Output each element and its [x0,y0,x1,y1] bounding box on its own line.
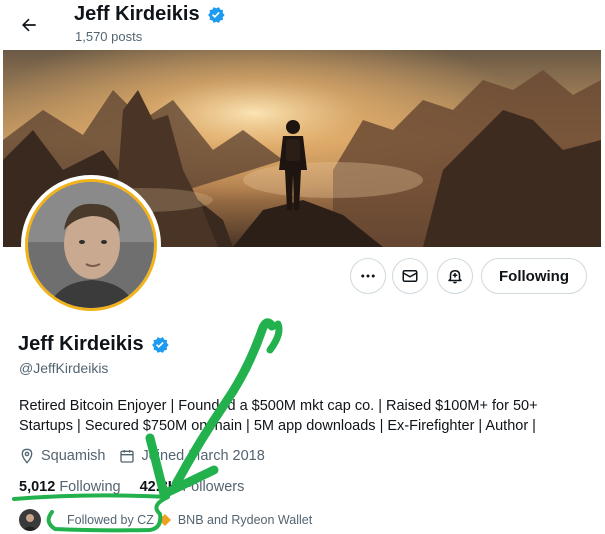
following-label: Following [59,479,121,495]
bio-line: Retired Bitcoin Enjoyer | Founded a $500… [19,398,538,414]
bio-line: Startups | Secured $750M onchain | 5M ap… [19,418,536,434]
location-pin-icon [21,448,33,464]
profile-avatar[interactable] [21,175,161,315]
profile-header: Jeff Kirdeikis 1,570 posts [0,0,605,50]
profile-meta: Squamish Joined March 2018 [19,448,265,464]
avatar-portrait-image [28,182,154,308]
header-title: Jeff Kirdeikis [74,3,226,26]
message-button[interactable] [392,258,428,294]
avatar-ring [25,179,157,311]
following-button[interactable]: Following [481,258,587,294]
follower-avatar [19,509,41,531]
header-post-count: 1,570 posts [75,29,143,44]
bell-plus-icon [448,270,462,284]
following-count: 5,012 [19,479,56,495]
back-button[interactable] [12,8,46,42]
bnb-diamond-icon [158,513,172,527]
followers-stat[interactable]: 42.8K Followers [140,479,245,495]
followed-by-row[interactable]: Followed by CZ BNB and Rydeon Wallet [19,509,312,531]
more-button[interactable] [350,258,386,294]
verified-badge-icon[interactable] [150,335,170,355]
header-name: Jeff Kirdeikis [74,3,200,25]
followed-by-prefix: Followed by CZ [67,513,154,527]
calendar-icon [120,450,135,463]
profile-bio: Retired Bitcoin Enjoyer | Founded a $500… [19,396,589,436]
more-icon [361,274,375,278]
following-stat[interactable]: 5,012 Following [19,479,121,495]
arrow-left-icon [22,18,36,32]
mail-icon [402,270,418,282]
profile-handle: @JeffKirdeikis [19,360,109,376]
profile-display-name: Jeff Kirdeikis [18,333,144,355]
followers-count: 42.8K [139,479,179,495]
location-item: Squamish [19,448,105,464]
follow-stats: 5,012 Following 42.8K Followers [19,479,244,495]
followed-by-rest: BNB and Rydeon Wallet [177,513,313,527]
notifications-button[interactable] [437,258,473,294]
followers-label: Followers [182,479,245,495]
verified-badge-icon [206,5,226,25]
joined-text: Joined March 2018 [141,448,265,464]
profile-name: Jeff Kirdeikis [18,333,170,356]
joined-item: Joined March 2018 [119,448,265,464]
location-text: Squamish [41,448,106,464]
